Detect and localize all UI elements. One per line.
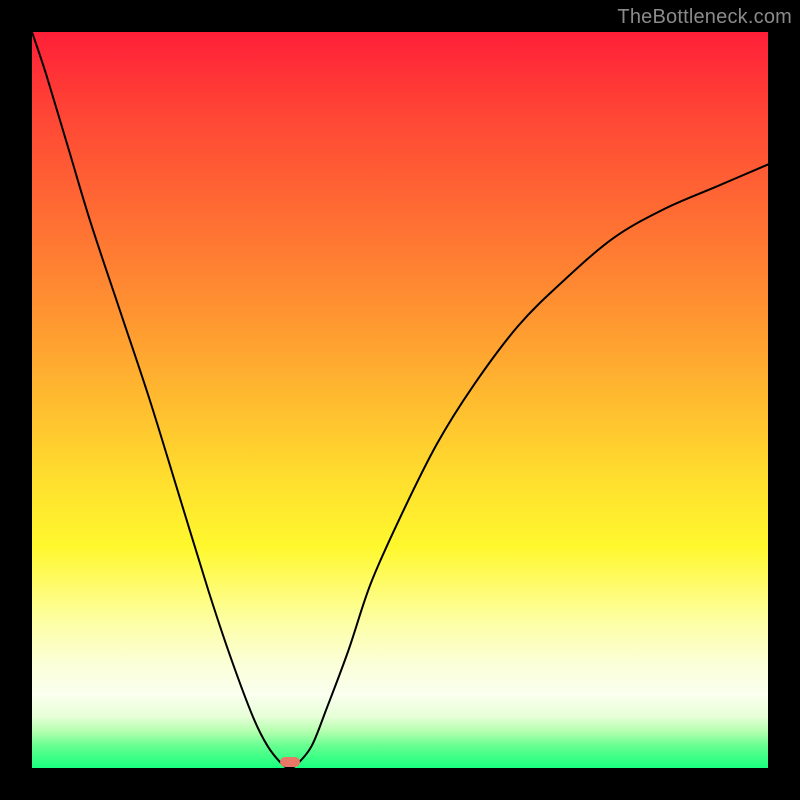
plot-area	[32, 32, 768, 768]
optimal-point-marker	[280, 757, 300, 767]
curve-svg	[32, 32, 768, 768]
bottleneck-curve	[32, 32, 768, 768]
watermark: TheBottleneck.com	[617, 6, 792, 29]
chart-stage: TheBottleneck.com	[0, 0, 800, 800]
